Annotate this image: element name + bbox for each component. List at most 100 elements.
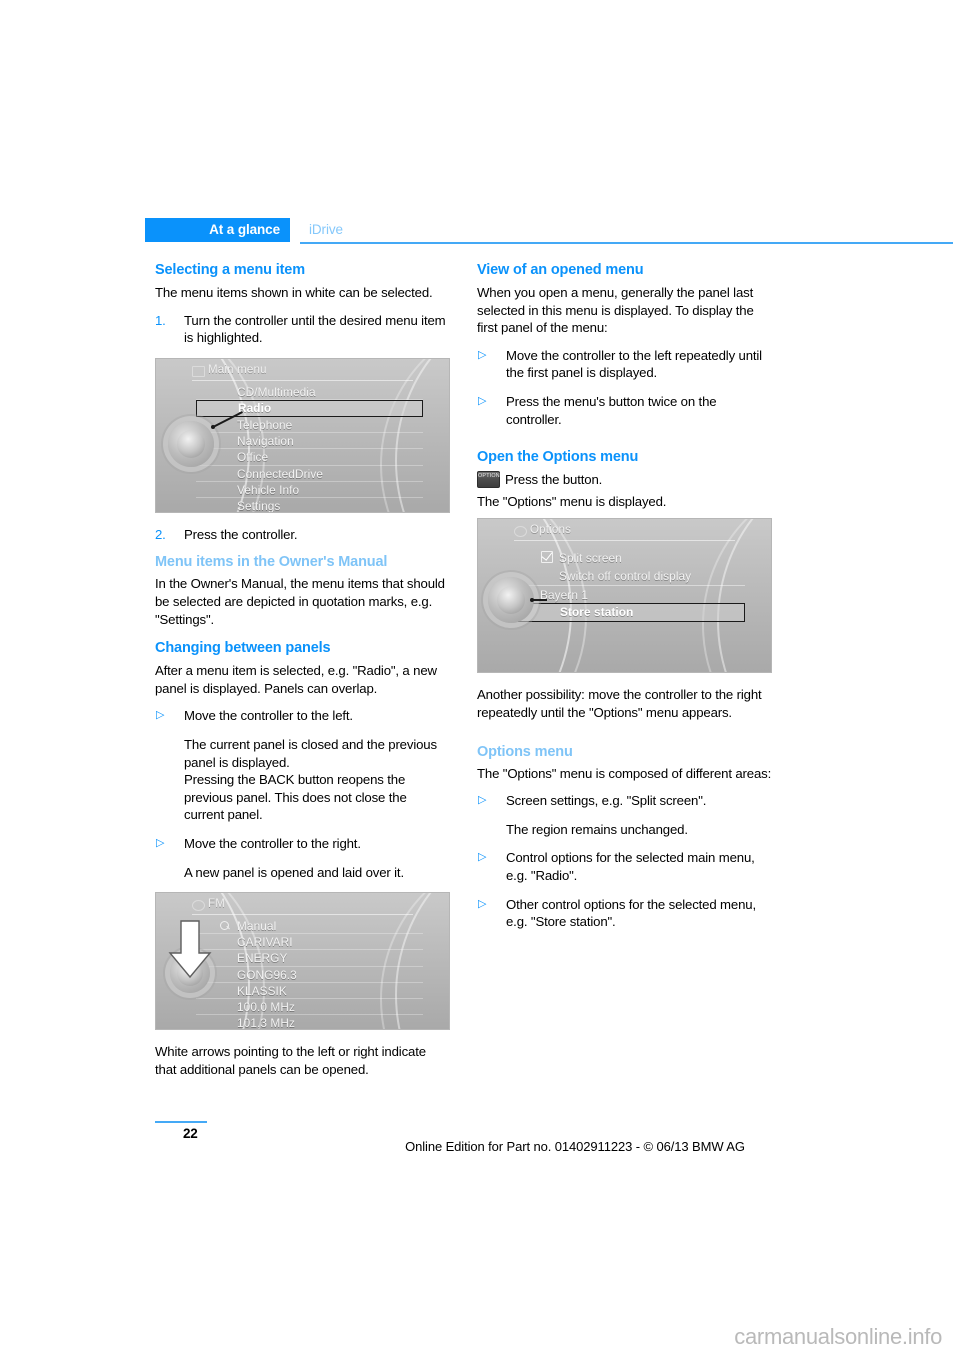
bullet-move-controller-left: ▷ Move the controller to the left.: [155, 707, 450, 725]
menu-item: Settings: [237, 498, 281, 513]
fm-screen-icon: [192, 900, 205, 912]
option-button-label: OPTION: [478, 472, 500, 479]
callout-line: [532, 599, 547, 601]
paragraph-press-the-button: OPTION Press the button.: [477, 471, 772, 489]
checkbox-checked-icon: [541, 551, 553, 564]
bullet-press-menu-text: Press the menu's button twice on the con…: [506, 393, 717, 427]
options-item-switch-off-display: Switch off control display: [559, 569, 692, 584]
triangle-bullet-icon: ▷: [478, 348, 487, 361]
heading-options-menu: Options menu: [477, 743, 573, 760]
options-menu-list: Split screen Switch off control display …: [518, 549, 745, 623]
left-column: Selecting a menu item The menu items sho…: [155, 262, 450, 1090]
bullet-move-controller-right: ▷ Move the controller to the right.: [155, 835, 450, 853]
main-menu-list: CD/Multimedia Radio Telephone Navigation…: [196, 384, 423, 513]
triangle-bullet-icon: ▷: [478, 851, 487, 864]
chapter-tab: At a glance: [145, 218, 290, 242]
fm-station: GONG96.3: [196, 967, 423, 983]
step-2-marker: 2.: [155, 526, 166, 542]
triangle-bullet-icon: ▷: [478, 394, 487, 407]
heading-view-of-an-opened-menu: View of an opened menu: [477, 262, 644, 278]
menu-item: ConnectedDrive: [196, 466, 423, 482]
triangle-bullet-icon: ▷: [478, 897, 487, 910]
bullet-move-left-text: Move the controller to the left.: [184, 708, 353, 724]
paragraph-owners-manual: In the Owner's Manual, the menu items th…: [155, 576, 445, 627]
figure-fm-panel: FM Manual CARIVARI ENERGY GONG96.3 KLASS…: [155, 892, 450, 1031]
menu-item: CD/Multimedia: [196, 384, 423, 400]
paragraph-options-displayed: The "Options" menu is displayed.: [477, 493, 667, 509]
bullet-move-left-sub: The current panel is closed and the prev…: [184, 736, 437, 823]
triangle-bullet-icon: ▷: [156, 836, 165, 849]
controller-knob-icon: [168, 420, 214, 467]
figure-fm-title: FM: [208, 898, 226, 911]
heading-menu-items-owners-manual: Menu items in the Owner's Manual: [155, 554, 388, 571]
bullet-control-options-text: Control options for the selected main me…: [506, 850, 755, 883]
menu-item: Telephone: [196, 417, 423, 434]
paragraph-changing-panels: After a menu item is selected, e.g. "Rad…: [155, 663, 437, 696]
paragraph-another-possibility: Another possibility: move the controller…: [477, 687, 762, 720]
fm-station: 100.0 MHz: [196, 999, 423, 1016]
paragraph-view-opened: When you open a menu, generally the pane…: [477, 285, 754, 336]
heading-open-the-options-menu: Open the Options menu: [477, 449, 639, 466]
options-item-bayern-1: Bayern 1: [518, 585, 745, 603]
title-rule: [514, 540, 735, 542]
fm-manual-row: Manual: [196, 918, 423, 935]
menu-item: Navigation: [196, 433, 423, 450]
heading-selecting-a-menu-item: Selecting a menu item: [155, 262, 305, 278]
triangle-bullet-icon: ▷: [156, 709, 165, 722]
search-icon: [220, 921, 229, 931]
site-watermark: carmanualsonline.info: [734, 1324, 942, 1349]
step-1: 1. Turn the controller until the desired…: [155, 312, 450, 347]
bullet-move-right-sub: A new panel is opened and laid over it.: [184, 864, 404, 880]
bullet-other-options-text: Other control options for the selected m…: [506, 896, 756, 930]
figure-main-menu: Main menu CD/Multimedia Radio Telephone …: [155, 357, 450, 513]
bullet-screen-settings: ▷ Screen settings, e.g. "Split screen".: [477, 792, 772, 810]
paragraph-options-composed: The "Options" menu is composed of differ…: [477, 765, 772, 781]
options-item-store-station: Store station: [518, 603, 745, 623]
fm-station: 101.3 MHz: [237, 1016, 295, 1031]
step-1-text: Turn the controller until the desired me…: [184, 312, 446, 346]
step-2-text: Press the controller.: [184, 526, 298, 542]
heading-changing-between-panels: Changing between panels: [155, 640, 331, 657]
white-down-arrow-icon: [168, 920, 212, 979]
menu-screen-icon: [192, 365, 205, 377]
page-header: At a glance iDrive: [145, 218, 953, 244]
bullet-screen-settings-sub: The region remains unchanged.: [506, 821, 688, 837]
section-label: iDrive: [309, 222, 343, 237]
fm-station: CARIVARI: [196, 934, 423, 951]
figure-main-menu-title: Main menu: [208, 363, 267, 376]
bullet-control-options: ▷ Control options for the selected main …: [477, 849, 772, 884]
paragraph-selecting: The menu items shown in white can be sel…: [155, 285, 433, 300]
option-hardware-button-icon: OPTION: [477, 471, 500, 489]
right-column: View of an opened menu When you open a m…: [477, 262, 772, 942]
bullet-press-menu-button: ▷ Press the menu's button twice on the c…: [477, 393, 772, 428]
header-rule: [300, 242, 953, 244]
title-rule: [192, 914, 413, 916]
page-number: 22: [183, 1126, 198, 1141]
bullet-other-options: ▷ Other control options for the selected…: [477, 896, 772, 931]
bullet-screen-settings-text: Screen settings, e.g. "Split screen".: [506, 793, 707, 809]
footer-rule: [155, 1121, 207, 1123]
online-edition-notice: Online Edition for Part no. 01402911223 …: [405, 1139, 745, 1154]
fm-station: ENERGY: [196, 950, 423, 967]
fm-manual-label: Manual: [237, 919, 277, 934]
step-1-marker: 1.: [155, 312, 166, 328]
step-2: 2. Press the controller.: [155, 526, 450, 544]
paragraph-white-arrows: White arrows pointing to the left or rig…: [155, 1044, 426, 1077]
fm-station: KLASSIK: [196, 983, 423, 1000]
fm-list: Manual CARIVARI ENERGY GONG96.3 KLASSIK …: [196, 918, 423, 1031]
bullet-move-right-text: Move the controller to the right.: [184, 835, 361, 851]
triangle-bullet-icon: ▷: [478, 794, 487, 807]
press-the-button-text: Press the button.: [505, 472, 603, 488]
title-rule: [192, 379, 413, 381]
menu-item-selected: Radio: [196, 399, 423, 417]
figure-options-title: Options: [530, 524, 572, 537]
options-screen-icon: [514, 526, 527, 538]
menu-item: Vehicle Info: [196, 482, 423, 498]
bullet-move-left-repeatedly-text: Move the controller to the left repeated…: [506, 347, 762, 381]
bullet-move-left-repeatedly: ▷ Move the controller to the left repeat…: [477, 347, 772, 382]
menu-item: Office: [196, 449, 423, 466]
options-item-split-screen: Split screen: [518, 549, 745, 567]
figure-options-menu: Options Split screen Switch off control …: [477, 518, 772, 674]
